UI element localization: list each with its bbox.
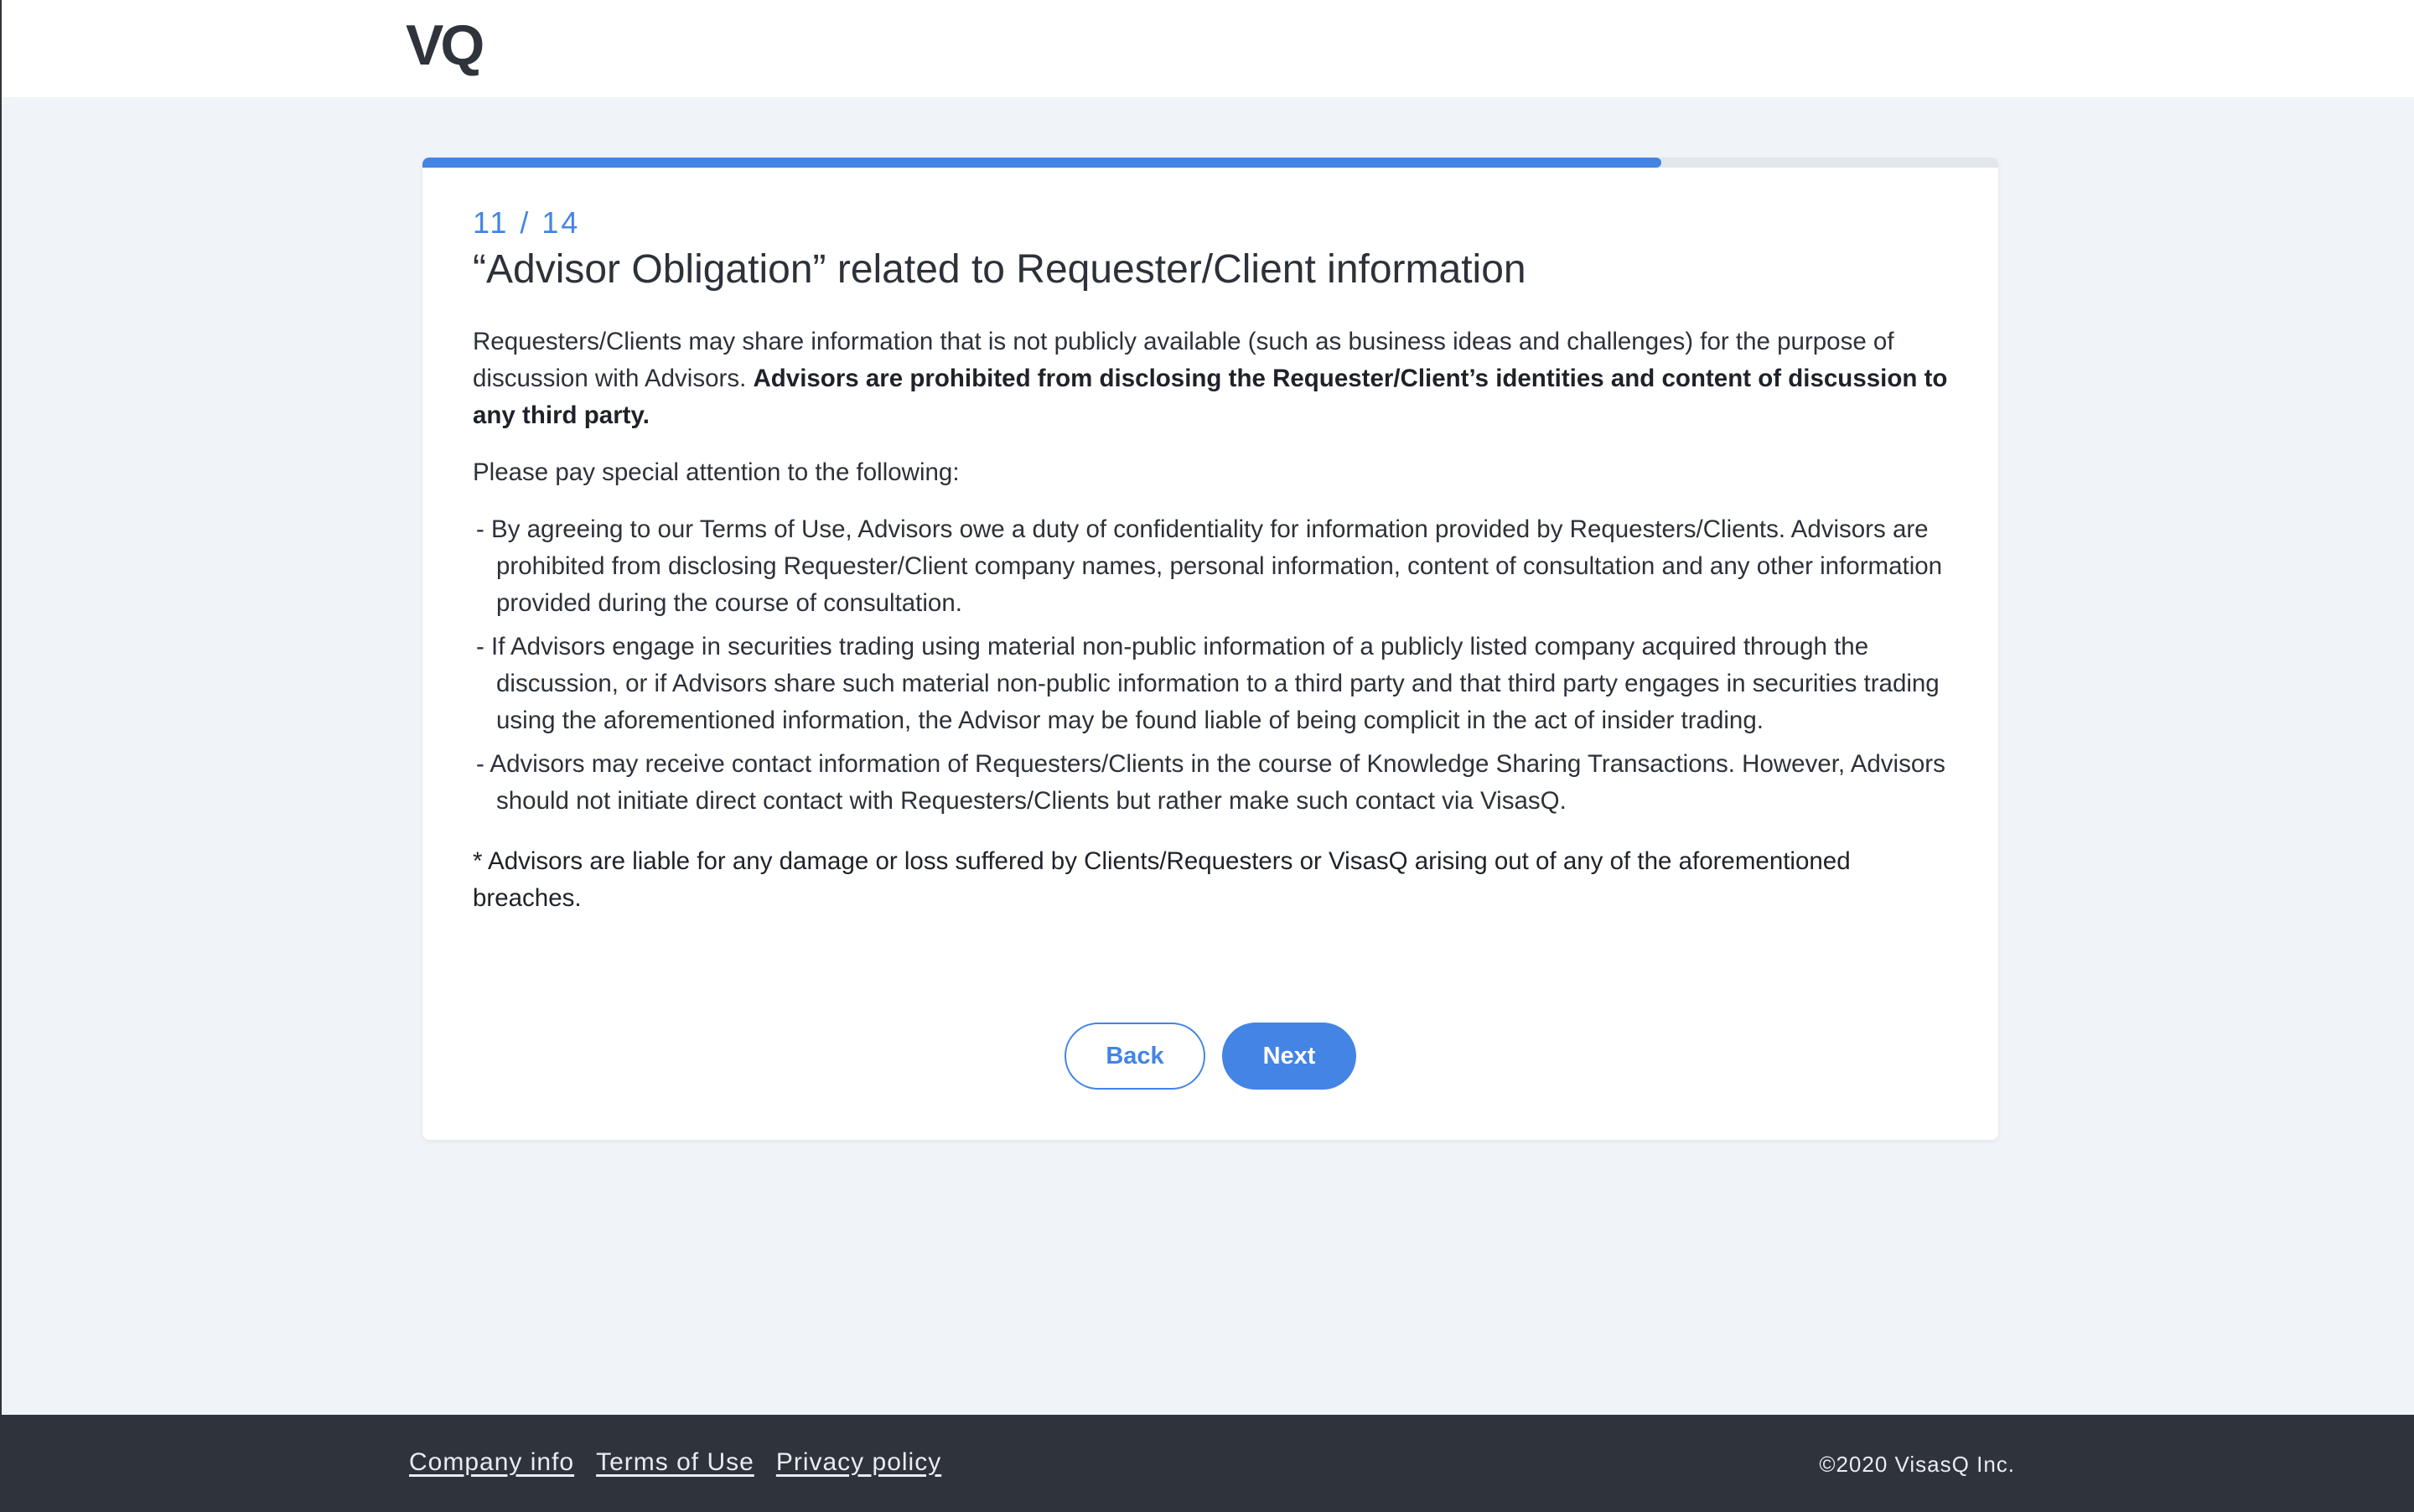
privacy-policy-link[interactable]: Privacy policy: [776, 1448, 941, 1477]
list-item: - Advisors may receive contact informati…: [476, 750, 1945, 815]
attention-text: Please pay special attention to the foll…: [473, 458, 960, 486]
terms-of-use-link[interactable]: Terms of Use: [596, 1448, 754, 1477]
card-content: 11 / 14 “Advisor Obligation” related to …: [473, 205, 1956, 917]
page-title: “Advisor Obligation” related to Requeste…: [473, 247, 1526, 292]
list-item: - By agreeing to our Terms of Use, Advis…: [476, 515, 1943, 617]
copyright-text: ©2020 VisasQ Inc.: [1819, 1452, 2015, 1477]
progress-bar-fill: [422, 158, 1661, 168]
intro-paragraph: Requesters/Clients may share information…: [473, 324, 1956, 434]
top-header: VQ: [2, 0, 2414, 97]
next-button[interactable]: Next: [1222, 1023, 1356, 1090]
progress-bar: [422, 158, 1998, 168]
company-info-link[interactable]: Company info: [409, 1448, 574, 1477]
footer-links: Company info Terms of Use Privacy policy: [409, 1448, 941, 1477]
onboarding-card: 11 / 14 “Advisor Obligation” related to …: [422, 158, 1998, 1140]
step-counter: 11 / 14: [473, 205, 581, 240]
button-group: Back Next: [1065, 1023, 1356, 1090]
back-button[interactable]: Back: [1065, 1023, 1205, 1090]
list-item: - If Advisors engage in securities tradi…: [476, 633, 1940, 734]
liability-note: * Advisors are liable for any damage or …: [473, 847, 1851, 912]
page-footer: Company info Terms of Use Privacy policy…: [2, 1415, 2414, 1512]
visasq-logo[interactable]: VQ: [406, 12, 484, 79]
obligation-list: - By agreeing to our Terms of Use, Advis…: [473, 511, 1956, 820]
